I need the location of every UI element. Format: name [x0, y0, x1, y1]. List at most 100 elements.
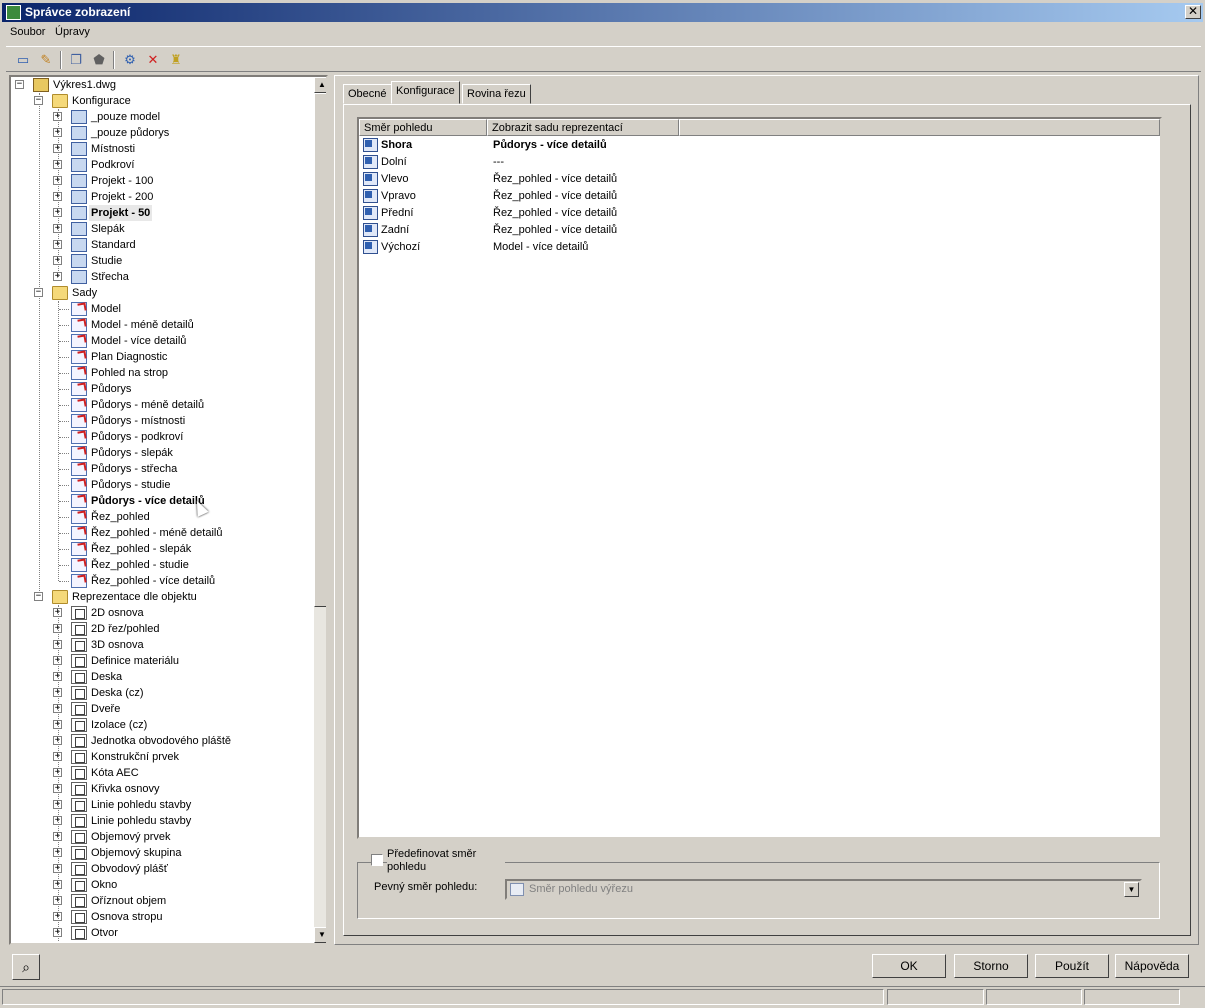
tree-node[interactable]: + Konstrukční prvek: [11, 749, 311, 765]
view-direction-list[interactable]: Směr pohledu Zobrazit sadu reprezentací …: [357, 117, 1162, 839]
display-tree[interactable]: − Výkres1.dwg − Konfigurace + _pouze model + _p…: [9, 75, 328, 945]
override-checkbox-label[interactable]: Předefinovat směr pohledu: [387, 848, 505, 874]
close-button[interactable]: ✕: [1185, 5, 1201, 19]
ok-button[interactable]: OK: [872, 954, 946, 978]
tree-node[interactable]: + _pouze půdorys: [11, 125, 311, 141]
collapse-icon[interactable]: −: [34, 288, 43, 297]
scroll-up-button[interactable]: ▲: [314, 77, 326, 93]
edit-icon[interactable]: ✎: [37, 51, 55, 69]
tree-node[interactable]: + Projekt - 100: [11, 173, 311, 189]
tree-node[interactable]: + Projekt - 50: [11, 205, 311, 221]
representation-set-cell[interactable]: Řez_pohled - více detailů: [493, 171, 617, 188]
scroll-thumb[interactable]: [314, 93, 326, 607]
tree-node[interactable]: Řez_pohled - více detailů: [11, 573, 311, 589]
representation-set-cell[interactable]: Model - více detailů: [493, 239, 588, 256]
tree-node[interactable]: Řez_pohled: [11, 509, 311, 525]
tree-scrollbar[interactable]: ▲ ▼: [314, 77, 326, 943]
tree-node[interactable]: +3D osnova: [11, 637, 311, 653]
menu-edit[interactable]: Úpravy: [55, 25, 90, 39]
tree-node[interactable]: + Objemový prvek: [11, 829, 311, 845]
collapse-icon[interactable]: −: [34, 96, 43, 105]
tree-node[interactable]: Půdorys: [11, 381, 311, 397]
table-row[interactable]: Dolní ---: [361, 154, 1157, 171]
tree-node[interactable]: Půdorys - méně detailů: [11, 397, 311, 413]
new-icon[interactable]: ▭: [14, 51, 32, 69]
tree-node[interactable]: + Projekt - 200: [11, 189, 311, 205]
table-row[interactable]: Vlevo Řez_pohled - více detailů: [361, 171, 1157, 188]
menu-file[interactable]: Soubor: [10, 25, 45, 39]
tree-node[interactable]: + Linie pohledu stavby: [11, 797, 311, 813]
tree-node[interactable]: − Reprezentace dle objektu: [11, 589, 311, 605]
tree-node[interactable]: + Deska (cz): [11, 685, 311, 701]
override-checkbox[interactable]: [371, 854, 383, 866]
tree-node[interactable]: Půdorys - podkroví: [11, 429, 311, 445]
tree-node[interactable]: Půdorys - střecha: [11, 461, 311, 477]
column-header-direction[interactable]: Směr pohledu: [359, 119, 487, 136]
help-button[interactable]: Nápověda: [1115, 954, 1189, 978]
collapse-icon[interactable]: −: [34, 592, 43, 601]
representation-set-cell[interactable]: Půdorys - více detailů: [493, 137, 607, 154]
representation-set-cell[interactable]: Řez_pohled - více detailů: [493, 205, 617, 222]
tree-node[interactable]: Model: [11, 301, 311, 317]
table-row[interactable]: Vpravo Řez_pohled - více detailů: [361, 188, 1157, 205]
table-row[interactable]: Shora Půdorys - více detailů: [361, 137, 1157, 154]
collapse-icon[interactable]: −: [15, 80, 24, 89]
tree-node[interactable]: +2D osnova: [11, 605, 311, 621]
tree-node[interactable]: + Dveře: [11, 701, 311, 717]
tree-node[interactable]: Řez_pohled - méně detailů: [11, 525, 311, 541]
tree-node[interactable]: + Jednotka obvodového pláště: [11, 733, 311, 749]
tree-node[interactable]: + Linie pohledu stavby: [11, 813, 311, 829]
tree-node[interactable]: + Střecha: [11, 269, 311, 285]
tree-node[interactable]: + Oříznout objem: [11, 893, 311, 909]
tree-node[interactable]: + Okno: [11, 877, 311, 893]
tab-general[interactable]: Obecné: [343, 84, 392, 104]
tree-node[interactable]: Řez_pohled - studie: [11, 557, 311, 573]
tree-node[interactable]: + _pouze model: [11, 109, 311, 125]
tree-node[interactable]: Půdorys - slepák: [11, 445, 311, 461]
find-binoculars-button[interactable]: ⌕: [12, 954, 40, 980]
tree-node[interactable]: Půdorys - místnosti: [11, 413, 311, 429]
tree-node[interactable]: + Slepák: [11, 221, 311, 237]
tree-node[interactable]: − Sady: [11, 285, 311, 301]
tree-node[interactable]: + Otvor: [11, 925, 311, 941]
tree-node[interactable]: + Objemový skupina: [11, 845, 311, 861]
tree-node[interactable]: + Místnosti: [11, 141, 311, 157]
tree-node[interactable]: + Definice materiálu: [11, 653, 311, 669]
tree-node[interactable]: + Křivka osnovy: [11, 781, 311, 797]
tree-node[interactable]: + Deska: [11, 669, 311, 685]
table-row[interactable]: Přední Řez_pohled - více detailů: [361, 205, 1157, 222]
table-row[interactable]: Výchozí Model - více detailů: [361, 239, 1157, 256]
update-icon[interactable]: ⚙: [121, 51, 139, 69]
table-row[interactable]: Zadní Řez_pohled - více detailů: [361, 222, 1157, 239]
tree-node[interactable]: Půdorys - více detailů: [11, 493, 311, 509]
tree-node[interactable]: + Standard: [11, 237, 311, 253]
dropdown-arrow-icon[interactable]: ▼: [1124, 882, 1139, 897]
purge-icon[interactable]: ⬟: [90, 51, 108, 69]
fixed-direction-select[interactable]: Směr pohledu výřezu ▼: [505, 879, 1142, 900]
tree-node[interactable]: + Podkroví: [11, 157, 311, 173]
tree-node[interactable]: + Obvodový plášť: [11, 861, 311, 877]
tree-node[interactable]: Model - méně detailů: [11, 317, 311, 333]
apply-button[interactable]: Použít: [1035, 954, 1109, 978]
tab-cut-plane[interactable]: Rovina řezu: [462, 84, 531, 104]
tree-node[interactable]: Půdorys - studie: [11, 477, 311, 493]
tree-node[interactable]: + Osnova stropu: [11, 909, 311, 925]
tree-node[interactable]: + Studie: [11, 253, 311, 269]
tree-node[interactable]: − Konfigurace: [11, 93, 311, 109]
delete-icon[interactable]: ✕: [144, 51, 162, 69]
tree-node[interactable]: + Izolace (cz): [11, 717, 311, 733]
tree-node[interactable]: − Výkres1.dwg: [11, 77, 311, 93]
tree-node[interactable]: Plan Diagnostic: [11, 349, 311, 365]
tree-node[interactable]: Model - více detailů: [11, 333, 311, 349]
tree-node[interactable]: Pohled na strop: [11, 365, 311, 381]
tree-node[interactable]: +2D řez/pohled: [11, 621, 311, 637]
cleanup-icon[interactable]: ♜: [167, 51, 185, 69]
tree-node[interactable]: + Kóta AEC: [11, 765, 311, 781]
tree-node[interactable]: Řez_pohled - slepák: [11, 541, 311, 557]
representation-set-cell[interactable]: Řez_pohled - více detailů: [493, 188, 617, 205]
representation-set-cell[interactable]: ---: [493, 154, 504, 171]
representation-set-cell[interactable]: Řez_pohled - více detailů: [493, 222, 617, 239]
cancel-button[interactable]: Storno: [954, 954, 1028, 978]
copy-icon[interactable]: ❐: [67, 51, 85, 69]
column-header-set[interactable]: Zobrazit sadu reprezentací: [487, 119, 679, 136]
